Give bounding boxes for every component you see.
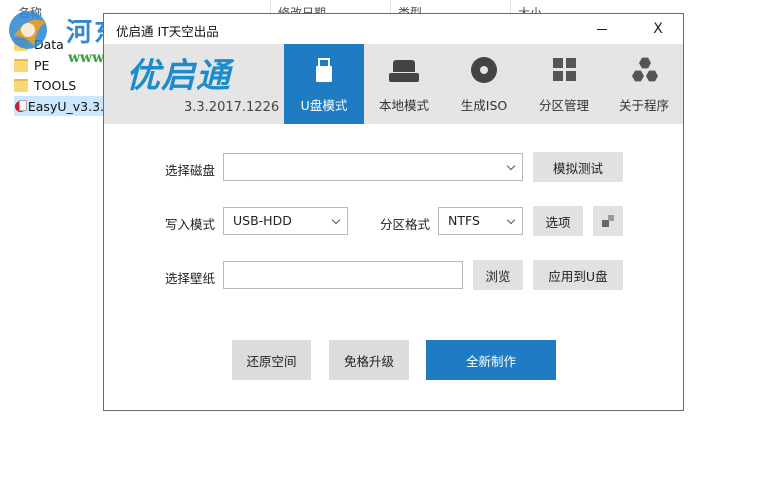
file-row[interactable]: TOOLS [14, 75, 76, 95]
restore-space-button[interactable]: 还原空间 [232, 340, 311, 380]
tab-label: U盘模式 [300, 98, 348, 113]
tab-partition-manager[interactable]: 分区管理 [524, 44, 604, 124]
usb-icon [307, 56, 341, 86]
write-mode-value: USB-HDD [233, 213, 292, 228]
folder-icon [14, 37, 28, 51]
partition-format-value: NTFS [448, 213, 480, 228]
new-make-button[interactable]: 全新制作 [426, 340, 556, 380]
file-name: PE [34, 57, 50, 73]
minimize-icon [597, 28, 607, 30]
file-name: TOOLS [34, 77, 77, 93]
write-mode-select[interactable]: USB-HDD [223, 207, 348, 235]
partition-grid-icon [547, 56, 581, 86]
square-icon [608, 215, 614, 221]
write-mode-label: 写入模式 [165, 217, 216, 232]
close-icon: X [653, 21, 663, 37]
disk-select[interactable] [223, 153, 523, 181]
disk-label: 选择磁盘 [165, 163, 216, 178]
tab-label: 本地模式 [378, 98, 429, 113]
folder-icon [14, 78, 28, 92]
window-title: 优启通 IT天空出品 [116, 24, 219, 39]
file-row[interactable]: PE [14, 55, 49, 75]
tab-usb-mode[interactable]: U盘模式 [284, 44, 364, 124]
version-label: 3.3.2017.1226 [184, 100, 280, 115]
file-row[interactable]: Data [14, 34, 64, 54]
main-tabs: U盘模式 本地模式 生成ISO 分区管理 关于程序 [284, 44, 684, 124]
partition-format-label: 分区格式 [380, 217, 431, 232]
brand: 优启通 [126, 56, 266, 96]
wallpaper-label: 选择壁纸 [165, 271, 216, 286]
disc-icon [467, 56, 501, 86]
minimize-button[interactable] [589, 17, 615, 41]
close-button[interactable]: X [643, 17, 673, 41]
tab-local-mode[interactable]: 本地模式 [364, 44, 444, 124]
free-upgrade-button[interactable]: 免格升级 [329, 340, 409, 380]
app-window: 优启通 IT天空出品 X 优启通 3.3.2017.1226 U盘模式 本地模式 [103, 13, 684, 411]
tab-about[interactable]: 关于程序 [604, 44, 684, 124]
tab-label: 关于程序 [618, 98, 669, 113]
hexagons-icon [627, 56, 661, 86]
column-name[interactable]: 名称 [18, 4, 42, 21]
application-icon [14, 99, 27, 113]
tab-label: 分区管理 [538, 98, 589, 113]
chevron-down-icon [506, 154, 516, 180]
file-row-selected[interactable]: EasyU_v3.3. [14, 96, 104, 116]
tab-generate-iso[interactable]: 生成ISO [444, 44, 524, 124]
browse-button[interactable]: 浏览 [473, 260, 523, 290]
apply-to-usb-button[interactable]: 应用到U盘 [533, 260, 623, 290]
file-name: Data [34, 36, 64, 52]
brand-logo: 优启通 [126, 56, 231, 96]
tab-label: 生成ISO [460, 98, 508, 113]
square-icon [602, 220, 609, 227]
chevron-down-icon [331, 208, 341, 234]
hard-drive-icon [387, 56, 421, 86]
title-bar[interactable]: 优启通 IT天空出品 X [104, 14, 683, 44]
wallpaper-path-input[interactable] [223, 261, 463, 289]
advanced-settings-button[interactable] [593, 206, 623, 236]
file-name: EasyU_v3.3. [27, 98, 104, 114]
simulate-test-button[interactable]: 模拟测试 [533, 152, 623, 182]
app-header: 优启通 3.3.2017.1226 U盘模式 本地模式 生成ISO 分区管理 关… [104, 44, 683, 124]
chevron-down-icon [506, 208, 516, 234]
partition-format-select[interactable]: NTFS [438, 207, 523, 235]
options-button[interactable]: 选项 [533, 206, 583, 236]
folder-icon [14, 58, 28, 72]
